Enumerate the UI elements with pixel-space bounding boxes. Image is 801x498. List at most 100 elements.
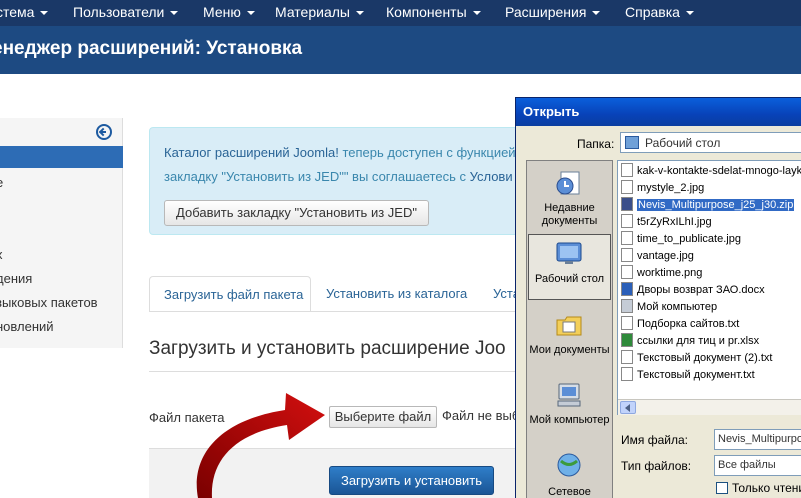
upload-install-button[interactable]: Загрузить и установить (329, 466, 494, 495)
text-file-icon (621, 367, 633, 382)
file-icon (621, 248, 633, 263)
file-item[interactable]: Текстовый документ (2).txt (621, 350, 772, 366)
red-arrow-icon (196, 393, 325, 498)
sidebar-item[interactable]: е (0, 175, 3, 190)
my-computer-icon (557, 383, 581, 407)
file-item[interactable]: vantage.jpg (621, 248, 694, 264)
filetype-select[interactable]: Все файлы (714, 455, 801, 476)
file-icon (621, 180, 633, 195)
file-item[interactable]: ссылки для тиц и pr.xlsx (621, 333, 759, 349)
top-menu-bar: стема Пользователи Меню Материалы Компон… (0, 0, 801, 26)
archive-icon (621, 197, 633, 212)
tab-upload-package[interactable]: Загрузить файл пакета (149, 276, 311, 312)
menu-label: Материалы (275, 4, 350, 20)
file-name: time_to_publicate.jpg (637, 233, 741, 245)
menu-menus[interactable]: Меню (203, 0, 255, 26)
place-my-computer[interactable]: Мой компьютер (528, 414, 611, 427)
caret-down-icon (355, 11, 364, 16)
word-icon (621, 282, 633, 297)
no-file-text: Файл не выб (442, 408, 520, 423)
file-icon (621, 163, 633, 178)
desktop-icon (625, 136, 639, 149)
place-network[interactable]: Сетевое (528, 486, 611, 498)
readonly-checkbox[interactable] (716, 482, 728, 494)
info-text: теперь доступен с функцией (338, 145, 516, 160)
file-name: t5rZyRxILhI.jpg (637, 216, 712, 228)
caret-down-icon (246, 11, 255, 16)
place-recent[interactable]: Недавние документы (528, 202, 611, 228)
add-jed-tab-button[interactable]: Добавить закладку "Установить из JED" (164, 200, 429, 226)
excel-icon (621, 333, 633, 348)
choose-file-button[interactable]: Выберите файл (329, 406, 437, 428)
caret-down-icon (170, 11, 179, 16)
recent-documents-icon (556, 171, 580, 195)
sidebar-item[interactable]: дения (0, 271, 32, 286)
folder-select[interactable]: Рабочий стол (620, 132, 801, 153)
file-name: Дворы возврат ЗАО.docx (637, 284, 765, 296)
menu-help[interactable]: Справка (625, 0, 694, 26)
file-item[interactable]: time_to_publicate.jpg (621, 231, 741, 247)
file-item[interactable]: Подборка сайтов.txt (621, 316, 739, 332)
filetype-label: Тип файлов: (621, 459, 692, 473)
filename-label: Имя файла: (621, 433, 688, 447)
sidebar-item[interactable]: зыковых пакетов (0, 295, 98, 310)
menu-content[interactable]: Материалы (275, 0, 364, 26)
menu-label: Меню (203, 4, 241, 20)
info-line-2: закладку "Установить из JED"" вы соглаша… (164, 169, 513, 184)
file-icon (621, 214, 633, 229)
file-item[interactable]: t5rZyRxILhI.jpg (621, 214, 712, 230)
caret-down-icon (40, 11, 49, 16)
network-icon (557, 453, 581, 477)
file-item[interactable]: worktime.png (621, 265, 702, 281)
filename-input[interactable]: Nevis_Multipurpo (714, 429, 801, 450)
folder-value: Рабочий стол (645, 136, 721, 150)
menu-label: Пользователи (73, 4, 165, 20)
section-title: Загрузить и установить расширение Joo (149, 338, 506, 359)
file-item[interactable]: mystyle_2.jpg (621, 180, 704, 196)
file-item[interactable]: kak-v-kontakte-sdelat-mnogo-layk (621, 163, 801, 179)
file-item-selected[interactable]: Nevis_Multipurpose_j25_j30.zip (621, 197, 796, 213)
menu-label: Расширения (505, 4, 587, 20)
horizontal-scrollbar[interactable] (618, 399, 801, 415)
place-desktop[interactable]: Рабочий стол (528, 273, 611, 286)
terms-link[interactable]: Услови (470, 169, 513, 184)
file-name: kak-v-kontakte-sdelat-mnogo-layk (637, 165, 801, 177)
caret-down-icon (685, 11, 694, 16)
file-name: Текстовый документ.txt (637, 369, 755, 381)
computer-icon (621, 299, 633, 314)
sidebar-item[interactable]: новлений (0, 319, 54, 334)
menu-label: Справка (625, 4, 680, 20)
folder-label: Папка: (577, 137, 615, 151)
collapse-sidebar-icon[interactable] (96, 124, 112, 140)
menu-system[interactable]: стема (0, 0, 49, 26)
file-item[interactable]: Дворы возврат ЗАО.docx (621, 282, 765, 298)
info-text: закладку "Установить из JED"" вы соглаша… (164, 169, 470, 184)
menu-components[interactable]: Компоненты (386, 0, 481, 26)
file-name: ссылки для тиц и pr.xlsx (637, 335, 760, 347)
menu-users[interactable]: Пользователи (73, 0, 179, 26)
page-header: енеджер расширений: Установка (0, 26, 801, 74)
sidebar-item[interactable]: х (0, 247, 3, 262)
scroll-left-button[interactable] (620, 401, 636, 414)
file-item[interactable]: Мой компьютер (621, 299, 717, 315)
file-name: mystyle_2.jpg (637, 182, 705, 194)
page-title: енеджер расширений: Установка (0, 38, 303, 59)
file-name: worktime.png (637, 267, 703, 279)
jed-link[interactable]: Каталог расширений Joomla! (164, 145, 339, 160)
my-documents-icon (556, 316, 582, 336)
file-name: vantage.jpg (637, 250, 694, 262)
sidebar-item-active[interactable] (0, 146, 123, 168)
file-name: Мой компьютер (637, 301, 718, 313)
dialog-titlebar: Открыть (516, 98, 801, 126)
tab-install-from-catalog[interactable]: Установить из каталога (326, 276, 467, 312)
file-icon (621, 265, 633, 280)
file-name: Текстовый документ (2).txt (637, 352, 773, 364)
menu-label: Компоненты (386, 4, 467, 20)
divider (149, 371, 529, 372)
dialog-title: Открыть (523, 104, 580, 119)
tabs-divider (149, 311, 529, 312)
menu-extensions[interactable]: Расширения (505, 0, 601, 26)
place-my-documents[interactable]: Мои документы (528, 344, 611, 357)
file-item[interactable]: Текстовый документ.txt (621, 367, 755, 383)
caret-down-icon (472, 11, 481, 16)
